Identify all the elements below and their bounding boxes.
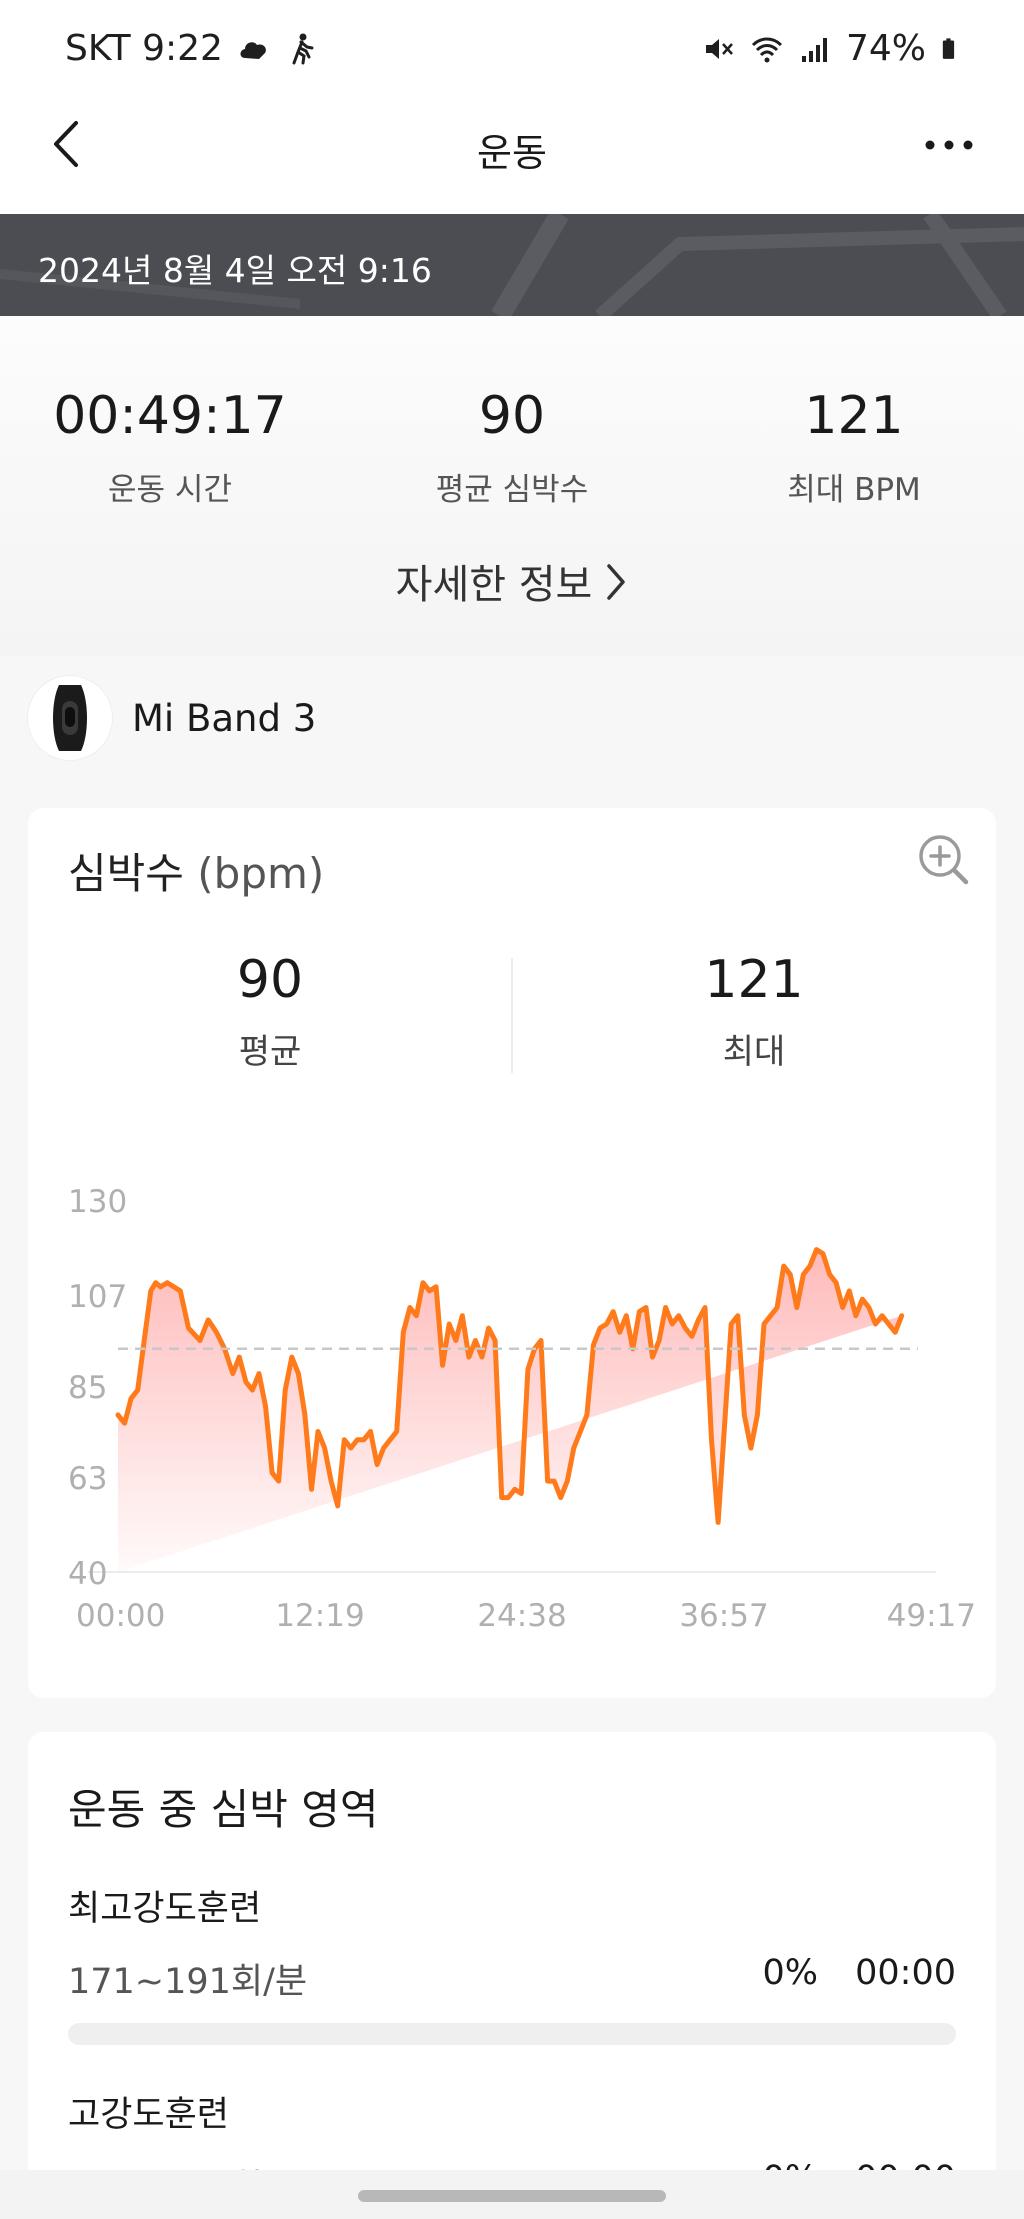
zone-percent: 0% [762,1953,818,1993]
zone-time: 00:00 [855,1953,956,1993]
y-tick-label: 107 [68,1279,127,1315]
zone-name: 최고강도훈련 [68,1889,262,1929]
stat-label: 운동 시간 [108,472,232,508]
heart-rate-area [118,1249,902,1572]
walking-icon [292,33,314,64]
y-tick-label: 85 [68,1370,107,1406]
device-avatar [28,676,112,760]
home-indicator[interactable] [358,2190,666,2202]
heart-rate-chart[interactable]: 130 107 85 63 40 00:00 12:19 24:38 36:57 49:17 [28,808,996,1698]
workout-summary: 00:49:17 운동 시간 90 평균 심박수 121 최대 BPM 자세한 … [0,316,1024,656]
battery-icon [942,37,955,59]
y-tick-label: 130 [68,1184,127,1220]
stat-value: 121 [804,386,904,446]
signal-icon [801,37,827,62]
stat-max-bpm: 121 최대 BPM [684,386,1024,509]
more-dots-icon [925,140,973,150]
zones-title: 운동 중 심박 영역 [68,1785,379,1834]
status-bar: SKT 9:22 74% [0,0,1024,100]
mi-band-icon [53,685,87,751]
heart-rate-card: 심박수 (bpm) 90 평균 121 최대 130 107 85 63 40 00:00… [28,808,996,1698]
zone-name: 고강도훈련 [68,2095,230,2135]
carrier-time: SKT 9:22 [65,28,223,69]
battery-percent: 74% [845,28,926,69]
stat-label: 평균 심박수 [435,472,589,508]
stat-value: 00:49:17 [53,386,287,446]
stat-average-heart-rate: 90 평균 심박수 [342,386,682,509]
x-tick-label: 24:38 [477,1598,566,1634]
x-tick-label: 12:19 [275,1598,364,1634]
x-tick-label: 36:57 [679,1598,768,1634]
stat-duration: 00:49:17 운동 시간 [0,386,340,509]
detail-info-link[interactable]: 자세한 정보 [0,552,1024,612]
zone-range: 171~191회/분 [68,1962,308,2002]
device-row[interactable]: Mi Band 3 [28,676,316,760]
workout-date: 2024년 8월 4일 오전 9:16 [38,251,432,290]
zone-item: 최고강도훈련 171~191회/분 0% 00:00 [68,1880,956,2045]
y-tick-label: 63 [68,1461,107,1497]
zone-progress-bar [68,2023,956,2045]
wifi-icon [751,37,783,62]
more-options-button[interactable] [914,120,984,170]
page-title: 운동 [477,131,547,175]
cloud-icon [240,41,266,59]
y-tick-label: 40 [68,1556,107,1592]
app-bar: 운동 [0,100,1024,214]
mute-icon [705,38,733,59]
heart-rate-zones-card: 운동 중 심박 영역 최고강도훈련 171~191회/분 0% 00:00 고강… [28,1732,996,2219]
x-tick-label: 00:00 [76,1598,165,1634]
detail-info-label: 자세한 정보 [395,562,593,608]
stat-label: 최대 BPM [787,472,921,508]
x-tick-label: 49:17 [887,1598,976,1634]
chevron-right-icon [607,564,626,600]
device-name: Mi Band 3 [132,696,317,740]
date-banner: 2024년 8월 4일 오전 9:16 [0,214,1024,316]
stat-value: 90 [478,386,546,446]
